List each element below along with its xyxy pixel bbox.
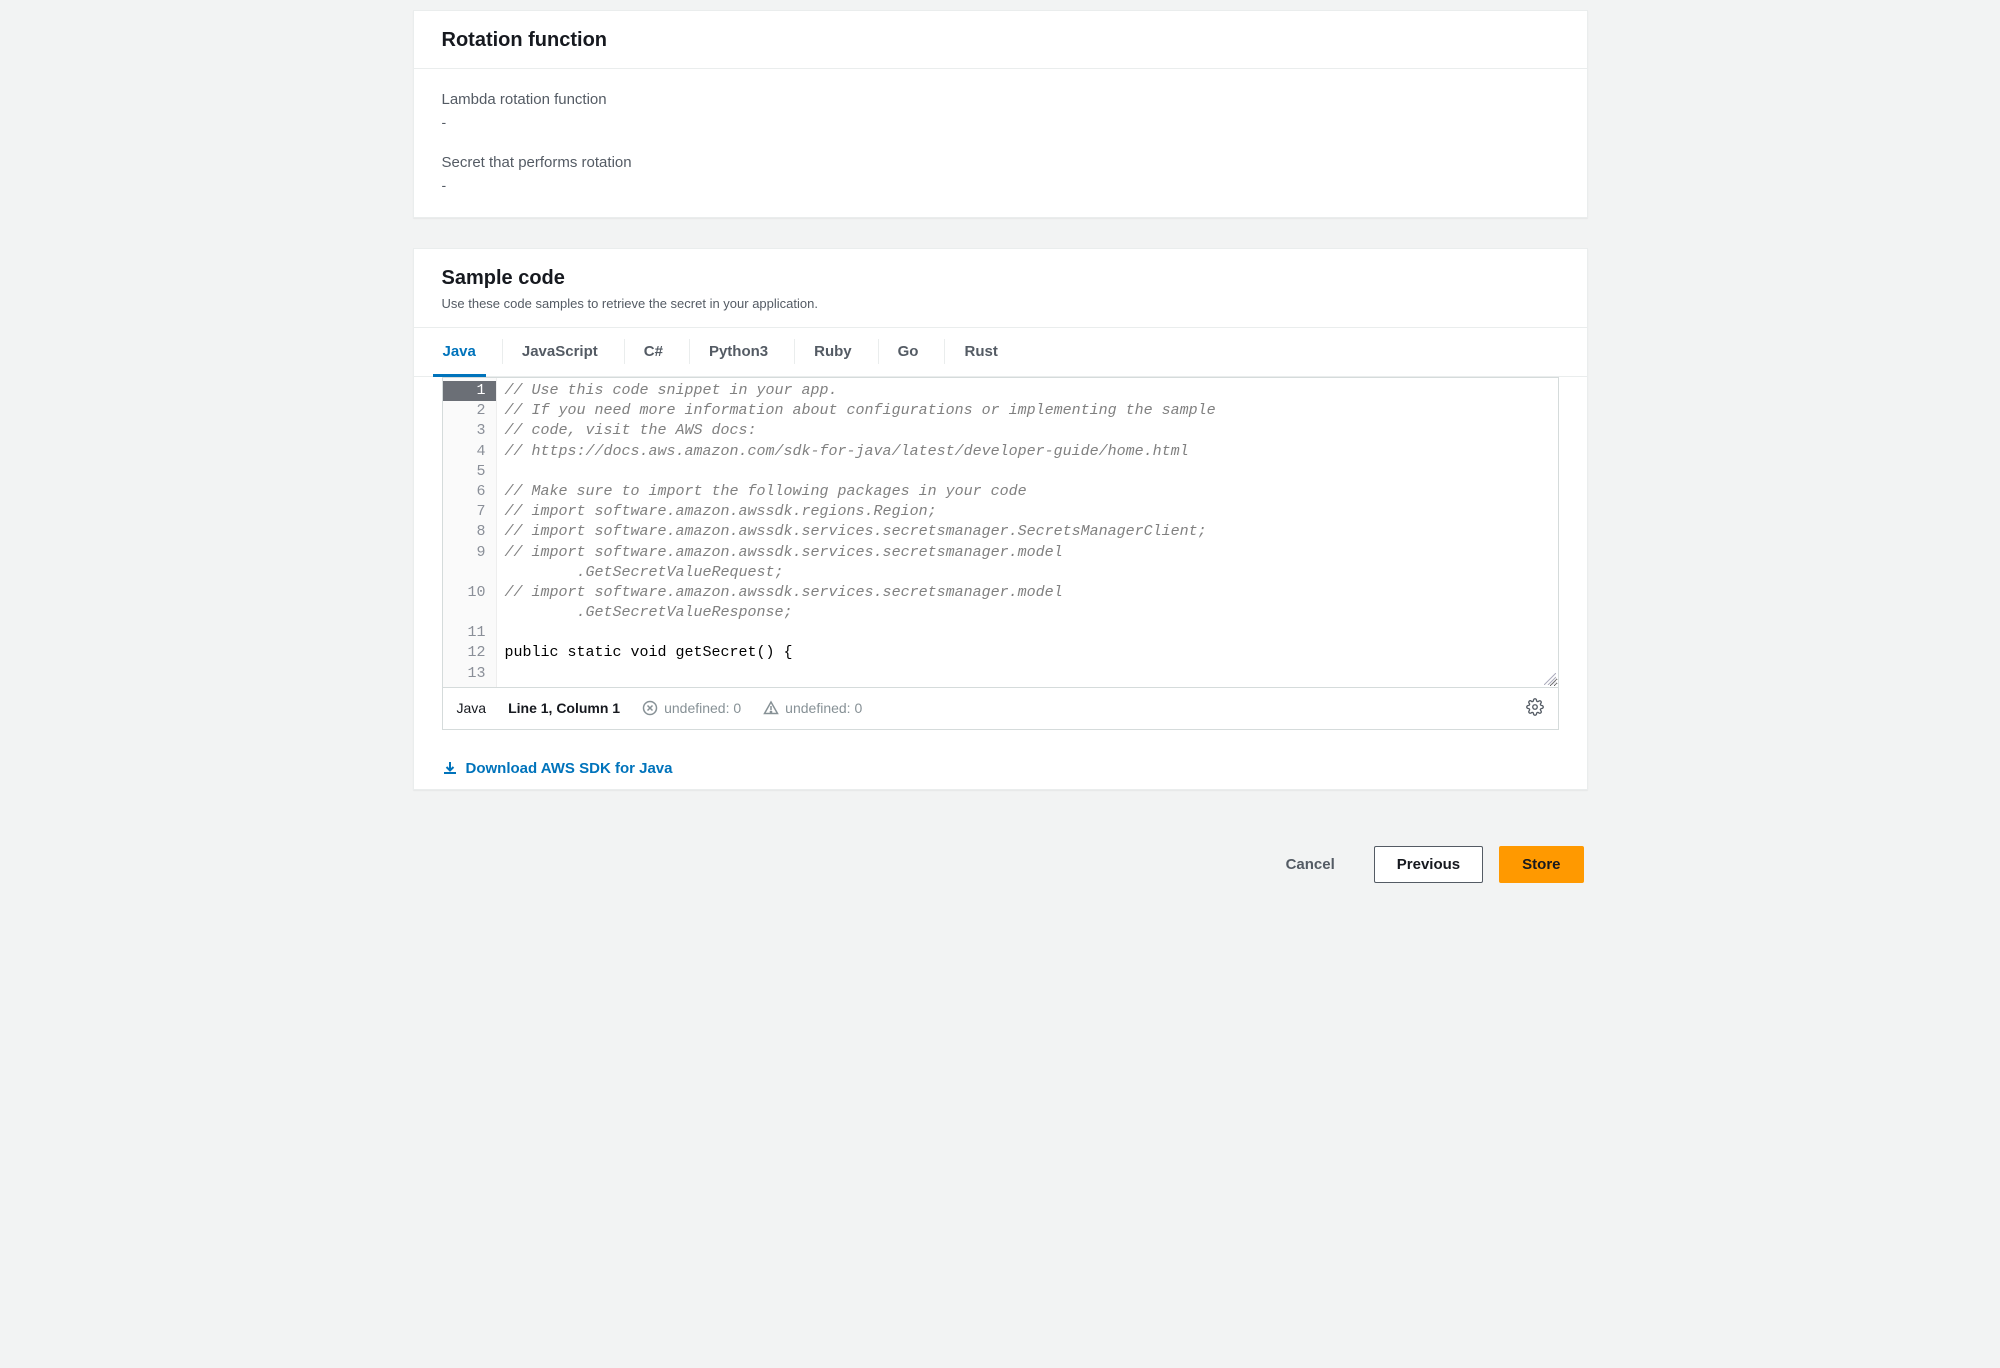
sample-code-subtitle: Use these code samples to retrieve the s… [442,296,1559,311]
line-number: 2 [449,401,486,421]
code-line: // Use this code snippet in your app. [505,381,1550,401]
line-number: 10 [449,583,486,603]
status-warnings-label: undefined: 0 [785,700,862,716]
code-line: // import software.amazon.awssdk.regions… [505,502,1550,522]
line-number: 3 [449,421,486,441]
tab-separator [944,339,945,364]
tab-separator [878,339,879,364]
rotation-function-title: Rotation function [442,29,1559,52]
tab-separator [624,339,625,364]
gear-icon [1526,698,1544,716]
line-number: 4 [449,442,486,462]
tab-separator [689,339,690,364]
status-errors-label: undefined: 0 [664,700,741,716]
download-icon [442,760,458,776]
lambda-rotation-label: Lambda rotation function [442,91,1559,108]
line-number: 9 [449,543,486,563]
lambda-rotation-value: - [442,114,1559,130]
code-content[interactable]: // Use this code snippet in your app.// … [497,378,1558,687]
tab-separator [502,339,503,364]
code-editor-area: 12345678910111213 // Use this code snipp… [414,377,1587,730]
rotation-function-body: Lambda rotation function - Secret that p… [414,69,1587,217]
status-errors: undefined: 0 [642,700,741,716]
warning-triangle-icon [763,700,779,716]
cancel-button[interactable]: Cancel [1263,846,1358,883]
rotation-function-panel: Rotation function Lambda rotation functi… [413,10,1588,218]
line-number: 5 [449,462,486,482]
code-line: .GetSecretValueResponse; [505,603,1550,623]
wizard-actions: Cancel Previous Store [413,820,1588,887]
code-line: // https://docs.aws.amazon.com/sdk-for-j… [505,442,1550,462]
status-warnings: undefined: 0 [763,700,862,716]
tab-separator [794,339,795,364]
previous-button[interactable]: Previous [1374,846,1483,883]
line-number: 13 [449,664,486,684]
tab-c-[interactable]: C# [643,327,663,376]
code-line: // If you need more information about co… [505,401,1550,421]
code-line: .GetSecretValueRequest; [505,563,1550,583]
code-line: public static void getSecret() { [505,643,1550,663]
line-number: 12 [449,643,486,663]
tab-ruby[interactable]: Ruby [813,327,852,376]
tab-java[interactable]: Java [442,327,476,376]
sample-code-panel: Sample code Use these code samples to re… [413,248,1588,790]
download-sdk-label: Download AWS SDK for Java [466,760,673,777]
line-number: 8 [449,522,486,542]
secret-rotation-label: Secret that performs rotation [442,154,1559,171]
code-line [505,462,1550,482]
code-line: // code, visit the AWS docs: [505,421,1550,441]
line-number: 7 [449,502,486,522]
code-line: // import software.amazon.awssdk.service… [505,583,1550,603]
code-editor-status-bar: Java Line 1, Column 1 undefined: 0 undef… [442,687,1559,730]
sample-code-header: Sample code Use these code samples to re… [414,249,1587,328]
sample-code-title: Sample code [442,267,1559,290]
code-line: // import software.amazon.awssdk.service… [505,543,1550,563]
tab-rust[interactable]: Rust [963,327,997,376]
status-language: Java [457,700,487,716]
tab-python3[interactable]: Python3 [708,327,768,376]
download-sdk-row: Download AWS SDK for Java [414,730,1587,790]
line-number: 11 [449,623,486,643]
code-editor[interactable]: 12345678910111213 // Use this code snipp… [442,377,1559,688]
error-circle-icon [642,700,658,716]
code-gutter: 12345678910111213 [443,378,497,687]
tab-javascript[interactable]: JavaScript [521,327,598,376]
line-number [449,563,486,583]
code-line: // import software.amazon.awssdk.service… [505,522,1550,542]
secret-rotation-value: - [442,177,1559,193]
line-number [449,603,486,623]
language-tabs: Java JavaScript C# Python3 Ruby Go Rust [414,327,1587,377]
line-number: 6 [449,482,486,502]
line-number: 1 [443,381,496,401]
tab-go[interactable]: Go [897,327,919,376]
resize-handle-icon[interactable] [1544,673,1556,685]
editor-settings-button[interactable] [1526,698,1544,719]
code-line [505,664,1550,684]
rotation-function-header: Rotation function [414,11,1587,69]
code-line: // Make sure to import the following pac… [505,482,1550,502]
code-line [505,623,1550,643]
store-button[interactable]: Store [1499,846,1583,883]
download-sdk-link[interactable]: Download AWS SDK for Java [442,760,673,777]
status-cursor-position: Line 1, Column 1 [508,700,620,716]
